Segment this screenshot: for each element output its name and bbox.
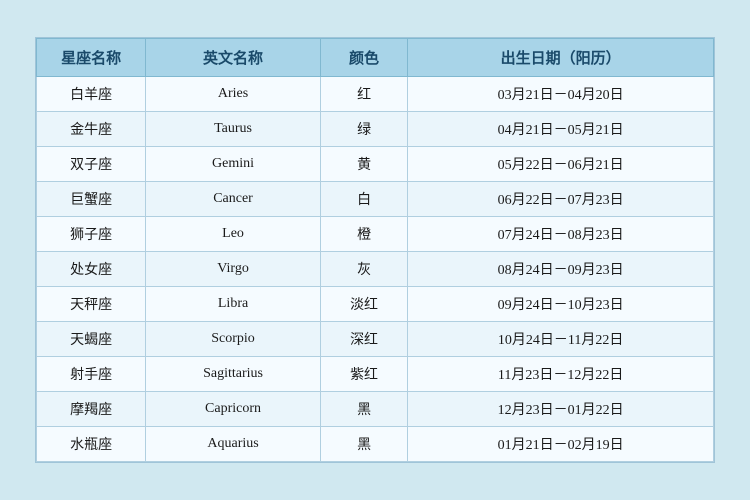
- cell-chinese: 双子座: [37, 147, 146, 182]
- table-row: 摩羯座Capricorn黑12月23日－01月22日: [37, 392, 714, 427]
- cell-color: 黄: [320, 147, 407, 182]
- cell-color: 黑: [320, 427, 407, 462]
- cell-date: 01月21日－02月19日: [408, 427, 714, 462]
- cell-date: 03月21日－04月20日: [408, 77, 714, 112]
- cell-english: Scorpio: [146, 322, 321, 357]
- zodiac-table: 星座名称 英文名称 颜色 出生日期（阳历） 白羊座Aries红03月21日－04…: [36, 38, 714, 462]
- table-row: 狮子座Leo橙07月24日－08月23日: [37, 217, 714, 252]
- cell-color: 灰: [320, 252, 407, 287]
- cell-date: 11月23日－12月22日: [408, 357, 714, 392]
- cell-color: 黑: [320, 392, 407, 427]
- cell-chinese: 狮子座: [37, 217, 146, 252]
- cell-english: Libra: [146, 287, 321, 322]
- cell-date: 05月22日－06月21日: [408, 147, 714, 182]
- cell-english: Virgo: [146, 252, 321, 287]
- header-color: 颜色: [320, 39, 407, 77]
- cell-english: Aquarius: [146, 427, 321, 462]
- cell-chinese: 白羊座: [37, 77, 146, 112]
- table-header-row: 星座名称 英文名称 颜色 出生日期（阳历）: [37, 39, 714, 77]
- cell-chinese: 摩羯座: [37, 392, 146, 427]
- cell-color: 白: [320, 182, 407, 217]
- cell-chinese: 水瓶座: [37, 427, 146, 462]
- cell-color: 深红: [320, 322, 407, 357]
- cell-date: 10月24日－11月22日: [408, 322, 714, 357]
- table-row: 双子座Gemini黄05月22日－06月21日: [37, 147, 714, 182]
- table-row: 射手座Sagittarius紫红11月23日－12月22日: [37, 357, 714, 392]
- cell-color: 绿: [320, 112, 407, 147]
- cell-date: 06月22日－07月23日: [408, 182, 714, 217]
- cell-english: Gemini: [146, 147, 321, 182]
- cell-color: 橙: [320, 217, 407, 252]
- header-chinese: 星座名称: [37, 39, 146, 77]
- cell-english: Sagittarius: [146, 357, 321, 392]
- cell-color: 紫红: [320, 357, 407, 392]
- header-english: 英文名称: [146, 39, 321, 77]
- cell-color: 红: [320, 77, 407, 112]
- cell-date: 07月24日－08月23日: [408, 217, 714, 252]
- cell-date: 04月21日－05月21日: [408, 112, 714, 147]
- table-row: 巨蟹座Cancer白06月22日－07月23日: [37, 182, 714, 217]
- cell-english: Aries: [146, 77, 321, 112]
- cell-english: Taurus: [146, 112, 321, 147]
- cell-english: Cancer: [146, 182, 321, 217]
- table-body: 白羊座Aries红03月21日－04月20日金牛座Taurus绿04月21日－0…: [37, 77, 714, 462]
- cell-date: 09月24日－10月23日: [408, 287, 714, 322]
- table-row: 白羊座Aries红03月21日－04月20日: [37, 77, 714, 112]
- cell-chinese: 处女座: [37, 252, 146, 287]
- header-date: 出生日期（阳历）: [408, 39, 714, 77]
- cell-english: Leo: [146, 217, 321, 252]
- cell-chinese: 金牛座: [37, 112, 146, 147]
- table-row: 天蝎座Scorpio深红10月24日－11月22日: [37, 322, 714, 357]
- zodiac-table-container: 星座名称 英文名称 颜色 出生日期（阳历） 白羊座Aries红03月21日－04…: [35, 37, 715, 463]
- table-row: 处女座Virgo灰08月24日－09月23日: [37, 252, 714, 287]
- cell-chinese: 天蝎座: [37, 322, 146, 357]
- cell-color: 淡红: [320, 287, 407, 322]
- cell-chinese: 巨蟹座: [37, 182, 146, 217]
- table-row: 金牛座Taurus绿04月21日－05月21日: [37, 112, 714, 147]
- table-row: 天秤座Libra淡红09月24日－10月23日: [37, 287, 714, 322]
- table-row: 水瓶座Aquarius黑01月21日－02月19日: [37, 427, 714, 462]
- cell-english: Capricorn: [146, 392, 321, 427]
- cell-date: 08月24日－09月23日: [408, 252, 714, 287]
- cell-date: 12月23日－01月22日: [408, 392, 714, 427]
- cell-chinese: 射手座: [37, 357, 146, 392]
- cell-chinese: 天秤座: [37, 287, 146, 322]
